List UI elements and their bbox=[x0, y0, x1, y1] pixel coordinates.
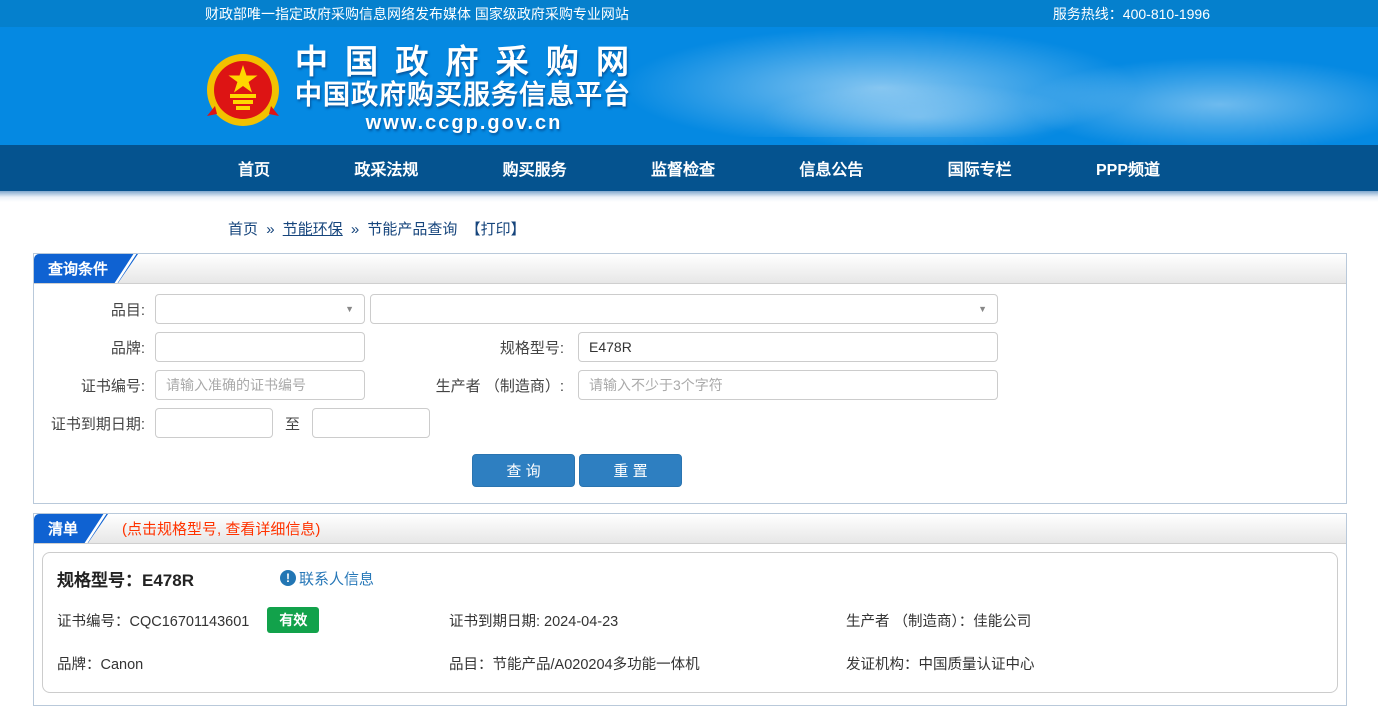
nav-item-announcements[interactable]: 信息公告 bbox=[799, 156, 863, 180]
form-buttons: 查 询 重 置 bbox=[472, 454, 1346, 487]
form-row-brand-model: 品牌: 规格型号: bbox=[34, 332, 1346, 362]
category-value: 品目：节能产品/A020204多功能一体机 bbox=[449, 657, 700, 673]
form-row-category: 品目: ▼ ▼ bbox=[34, 294, 1346, 324]
site-logo: 中 国 政 府 采 购 网 中国政府购买服务信息平台 www.ccgp.gov.… bbox=[205, 43, 634, 135]
nav-item-purchase-services[interactable]: 购买服务 bbox=[503, 156, 567, 180]
manufacturer-label: 生产者 （制造商）: bbox=[435, 377, 564, 395]
site-url: www.ccgp.gov.cn bbox=[365, 111, 563, 134]
breadcrumb-separator: » bbox=[350, 221, 360, 238]
cert-no-label: 证书编号: bbox=[80, 377, 145, 395]
form-row-expiry: 证书到期日期: 至 bbox=[34, 408, 1346, 438]
sub-category-select[interactable]: ▼ bbox=[370, 294, 998, 324]
expiry-start-input[interactable] bbox=[155, 408, 273, 438]
contact-info-label: 联系人信息 bbox=[298, 570, 374, 588]
nav-item-international[interactable]: 国际专栏 bbox=[948, 156, 1012, 180]
panel-tab-query-conditions: 查询条件 bbox=[34, 254, 138, 283]
manufacturer-value: 生产者 （制造商）：佳能公司 bbox=[846, 613, 1032, 630]
national-emblem-logo bbox=[207, 53, 279, 126]
brand-value: 品牌：Canon bbox=[57, 657, 144, 673]
nav-item-ppp-channel[interactable]: PPP频道 bbox=[1096, 156, 1160, 180]
category-label: 品目: bbox=[110, 301, 145, 319]
manufacturer-input[interactable] bbox=[578, 370, 998, 400]
expiry-end-input[interactable] bbox=[312, 408, 431, 438]
site-title-block: 中 国 政 府 采 购 网 中国政府购买服务信息平台 www.ccgp.gov.… bbox=[295, 43, 634, 135]
cert-no-value: 证书编号：CQC16701143601 bbox=[57, 613, 250, 630]
chevron-down-icon: ▼ bbox=[345, 304, 354, 314]
breadcrumb-current-page: 节能产品查询 bbox=[367, 221, 458, 238]
panel-tab-list: 清单 bbox=[34, 514, 108, 543]
nav-item-regulations[interactable]: 政采法规 bbox=[354, 156, 418, 180]
top-info-bar: 财政部唯一指定政府采购信息网络发布媒体 国家级政府采购专业网站 服务热线：400… bbox=[0, 0, 1378, 27]
info-icon: ! bbox=[279, 570, 296, 586]
expiry-value: 证书到期日期: 2024-04-23 bbox=[449, 613, 619, 630]
result-model-link[interactable]: 规格型号：E478R bbox=[57, 566, 194, 591]
print-link[interactable]: 【打印】 bbox=[466, 221, 526, 238]
list-panel-note: (点击规格型号, 查看详细信息) bbox=[122, 521, 321, 538]
expiry-label: 证书到期日期: bbox=[50, 415, 145, 433]
cert-no-cell: 证书编号：CQC16701143601 有效 bbox=[57, 607, 449, 633]
status-badge: 有效 bbox=[267, 607, 320, 633]
site-title: 中 国 政 府 采 购 网 bbox=[295, 43, 634, 80]
result-list-panel: 清单 (点击规格型号, 查看详细信息) 规格型号：E478R ! 联系人信息 证… bbox=[33, 513, 1347, 706]
site-subtitle: 中国政府购买服务信息平台 bbox=[295, 79, 631, 110]
search-button[interactable]: 查 询 bbox=[472, 454, 575, 487]
brand-label: 品牌: bbox=[110, 339, 145, 357]
issuer-value: 发证机构：中国质量认证中心 bbox=[846, 657, 1035, 673]
result-card: 规格型号：E478R ! 联系人信息 证书编号：CQC16701143601 有… bbox=[42, 552, 1338, 693]
model-input[interactable] bbox=[578, 332, 998, 362]
breadcrumb-section-link[interactable]: 节能环保 bbox=[283, 221, 343, 238]
list-panel-header: 清单 (点击规格型号, 查看详细信息) bbox=[34, 514, 1346, 544]
cert-no-input[interactable] bbox=[155, 370, 365, 400]
form-row-cert-manufacturer: 证书编号: 生产者 （制造商）: bbox=[34, 370, 1346, 400]
main-nav: 首页 政采法规 购买服务 监督检查 信息公告 国际专栏 PPP频道 bbox=[0, 145, 1378, 191]
query-conditions-panel: 查询条件 品目: ▼ ▼ 品牌: 规格型号: 证书编号: 生产者 （制造商）: … bbox=[33, 253, 1347, 504]
to-label: 至 bbox=[285, 415, 301, 433]
query-panel-header: 查询条件 bbox=[34, 254, 1346, 284]
category-select[interactable]: ▼ bbox=[155, 294, 365, 324]
breadcrumb-separator: » bbox=[266, 221, 275, 238]
chevron-down-icon: ▼ bbox=[978, 304, 987, 314]
cloud-decoration bbox=[620, 27, 1140, 137]
service-hotline: 服务热线：400-810-1996 bbox=[1052, 5, 1210, 22]
brand-input[interactable] bbox=[155, 332, 365, 362]
query-form: 品目: ▼ ▼ 品牌: 规格型号: 证书编号: 生产者 （制造商）: 证书到期日… bbox=[34, 284, 1346, 503]
contact-info-link[interactable]: ! 联系人信息 bbox=[279, 568, 374, 589]
reset-button[interactable]: 重 置 bbox=[579, 454, 682, 487]
site-slogan: 财政部唯一指定政府采购信息网络发布媒体 国家级政府采购专业网站 bbox=[205, 5, 629, 22]
nav-item-home[interactable]: 首页 bbox=[238, 156, 270, 180]
nav-item-supervision[interactable]: 监督检查 bbox=[651, 156, 715, 180]
cloud-decoration bbox=[1020, 57, 1378, 145]
breadcrumb-home-link[interactable]: 首页 bbox=[228, 221, 258, 238]
result-details-grid: 证书编号：CQC16701143601 有效 证书到期日期: 2024-04-2… bbox=[57, 607, 1323, 674]
nav-fade-strip bbox=[0, 191, 1378, 202]
result-card-header: 规格型号：E478R ! 联系人信息 bbox=[57, 563, 1323, 593]
cloud-decoration bbox=[760, 82, 1080, 145]
breadcrumb: 首页 » 节能环保 » 节能产品查询 【打印】 bbox=[228, 218, 1378, 239]
model-label: 规格型号: bbox=[499, 339, 564, 357]
site-banner: 中 国 政 府 采 购 网 中国政府购买服务信息平台 www.ccgp.gov.… bbox=[0, 27, 1378, 145]
